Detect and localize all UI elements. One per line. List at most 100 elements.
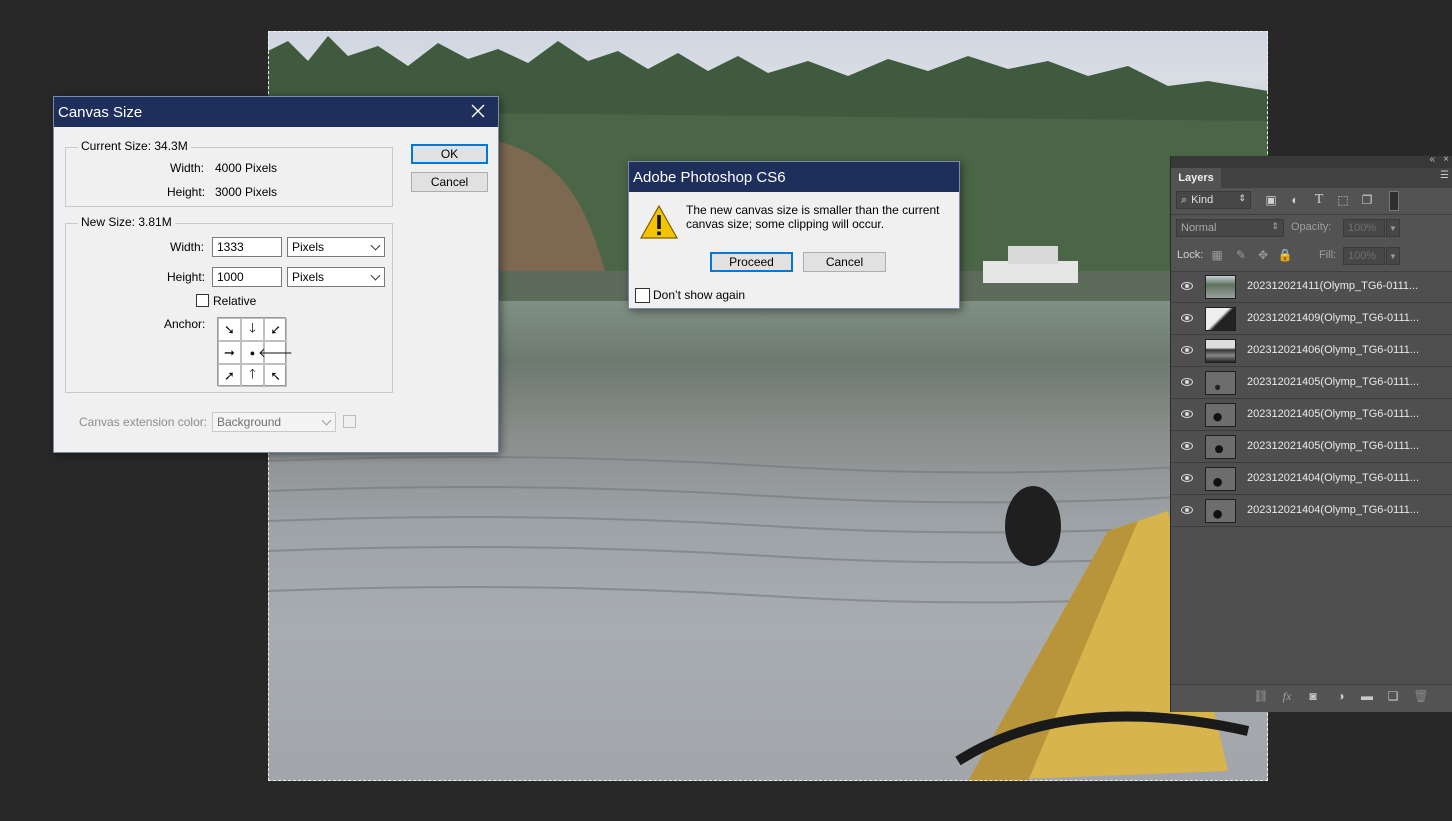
width-input[interactable]: 1333 [212,237,282,257]
anchor-bottom-left[interactable]: ➚ [218,364,241,387]
chevron-down-icon [370,240,381,251]
dont-show-checkbox[interactable] [635,288,650,303]
cancel-button[interactable]: Cancel [411,172,488,192]
close-panel-icon[interactable]: × [1443,154,1449,165]
fill-input[interactable]: 100% [1343,247,1385,265]
chevron-down-icon [321,415,332,426]
filter-adjustment-icon[interactable]: ◐ [1287,193,1303,207]
layer-thumbnail [1205,371,1236,395]
filter-smart-object-icon[interactable]: ❐ [1359,193,1375,207]
close-icon[interactable] [470,103,486,119]
filter-toggle[interactable] [1389,191,1399,211]
link-icon[interactable]: ⛓ [1253,689,1269,703]
anchor-top[interactable]: 🡓 [241,318,264,341]
layer-name: 202312021409(Olymp_TG6-0111... [1247,312,1420,324]
eye-icon[interactable] [1181,410,1193,418]
extension-color-select[interactable]: Background [212,412,336,432]
eye-icon[interactable] [1181,474,1193,482]
folder-icon[interactable]: ▬ [1359,689,1375,703]
ok-button[interactable]: OK [411,144,488,164]
anchor-right[interactable]: 🡐 [258,341,293,364]
current-height-value: 3000 Pixels [215,185,278,199]
blend-mode-value: Normal [1181,222,1217,234]
fill-dropdown[interactable]: ▼ [1386,247,1400,265]
alert-cancel-button[interactable]: Cancel [803,252,886,272]
tab-layers[interactable]: Layers [1171,168,1221,188]
canvas-size-dialog: Canvas Size Current Size: 34.3M Width: 4… [53,96,499,453]
proceed-button[interactable]: Proceed [710,252,793,272]
layer-row[interactable]: 202312021404(Olymp_TG6-0111... [1171,496,1452,527]
eye-icon[interactable] [1181,314,1193,322]
arrow-up-icon: 🡑 [249,365,256,381]
extension-color-label: Canvas extension color: [79,415,208,429]
anchor-grid[interactable]: ➘ 🡓 ➚ ➞ ● 🡐 ➚ 🡑 ➘ [217,317,293,387]
lock-transparent-icon[interactable]: ▦ [1209,248,1225,262]
layer-row[interactable]: 202312021405(Olymp_TG6-0111... [1171,432,1452,463]
filter-kind-select[interactable]: ⌕ Kind ⇕ [1176,191,1251,209]
layer-name: 202312021411(Olymp_TG6-0111... [1247,280,1419,292]
panel-tab-bar: Layers ☰ [1171,168,1452,188]
new-layer-icon[interactable]: ❏ [1385,689,1401,703]
width-unit-select[interactable]: Pixels [287,237,385,257]
layer-row[interactable]: 202312021404(Olymp_TG6-0111... [1171,464,1452,495]
layer-name: 202312021405(Olymp_TG6-0111... [1247,440,1420,452]
extension-color-swatch[interactable] [343,415,356,428]
layer-thumbnail [1205,435,1236,459]
arrow-down-right-icon: ➘ [224,321,235,337]
layer-name: 202312021404(Olymp_TG6-0111... [1247,504,1420,516]
arrow-right-icon: ➞ [224,344,235,360]
lock-image-icon[interactable]: ✎ [1233,248,1249,262]
eye-icon[interactable] [1181,282,1193,290]
panel-dock-bar: « × [1171,154,1452,168]
anchor-left[interactable]: ➞ [218,341,241,364]
height-unit-select[interactable]: Pixels [287,267,385,287]
dialog-title-bar: Canvas Size [54,97,498,127]
anchor-top-left[interactable]: ➘ [218,318,241,341]
opacity-label: Opacity: [1291,221,1332,233]
adjustment-icon[interactable]: ◑ [1333,689,1349,703]
lock-all-icon[interactable]: 🔒 [1277,248,1293,262]
panel-menu-icon[interactable]: ☰ [1440,170,1449,181]
current-width-label: Width: [170,161,205,175]
height-input[interactable]: 1000 [212,267,282,287]
fx-icon[interactable]: fx [1279,689,1295,704]
eye-icon[interactable] [1181,346,1193,354]
layer-row[interactable]: 202312021409(Olymp_TG6-0111... [1171,304,1452,335]
layer-row[interactable]: 202312021405(Olymp_TG6-0111... [1171,368,1452,399]
collapse-icon[interactable]: « [1429,154,1435,165]
layer-thumbnail [1205,403,1236,427]
fill-label: Fill: [1319,249,1337,261]
layer-row[interactable]: 202312021406(Olymp_TG6-0111... [1171,336,1452,367]
opacity-dropdown[interactable]: ▼ [1386,219,1400,237]
anchor-dot-icon: ● [249,347,256,358]
arrow-down-left-icon: ➚ [270,322,281,338]
dont-show-label: Don’t show again [653,288,746,302]
height-unit-value: Pixels [292,270,325,284]
alert-title-bar: Adobe Photoshop CS6 [629,162,959,192]
proceed-button-label: Proceed [729,255,774,269]
blend-mode-select[interactable]: Normal ⇕ [1176,219,1284,237]
trash-icon[interactable]: 🗑 [1413,689,1429,703]
eye-icon[interactable] [1181,442,1193,450]
filter-pixel-icon[interactable]: ▣ [1263,193,1279,207]
new-size-label: New Size: 3.81M [78,215,175,229]
eye-icon[interactable] [1181,506,1193,514]
relative-checkbox[interactable] [196,294,209,307]
filter-shape-icon[interactable]: ⬚ [1335,193,1351,207]
warning-icon [639,204,679,240]
alert-title: Adobe Photoshop CS6 [633,168,786,186]
eye-icon[interactable] [1181,378,1193,386]
layer-row[interactable]: 202312021411(Olymp_TG6-0111... [1171,272,1452,303]
anchor-top-right[interactable]: ➚ [264,318,287,341]
height-label: Height: [167,270,206,284]
opacity-input[interactable]: 100% [1343,219,1385,237]
layer-row[interactable]: 202312021405(Olymp_TG6-0111... [1171,400,1452,431]
dialog-title: Canvas Size [58,103,143,121]
spinner-icon: ⇕ [1271,221,1279,231]
mask-icon[interactable]: ◙ [1305,689,1321,703]
lock-label: Lock: [1177,249,1204,261]
anchor-bottom[interactable]: 🡑 [241,364,264,387]
filter-type-icon[interactable]: T [1311,192,1327,208]
lock-position-icon[interactable]: ✥ [1255,248,1271,262]
anchor-bottom-right[interactable]: ➘ [264,364,287,387]
